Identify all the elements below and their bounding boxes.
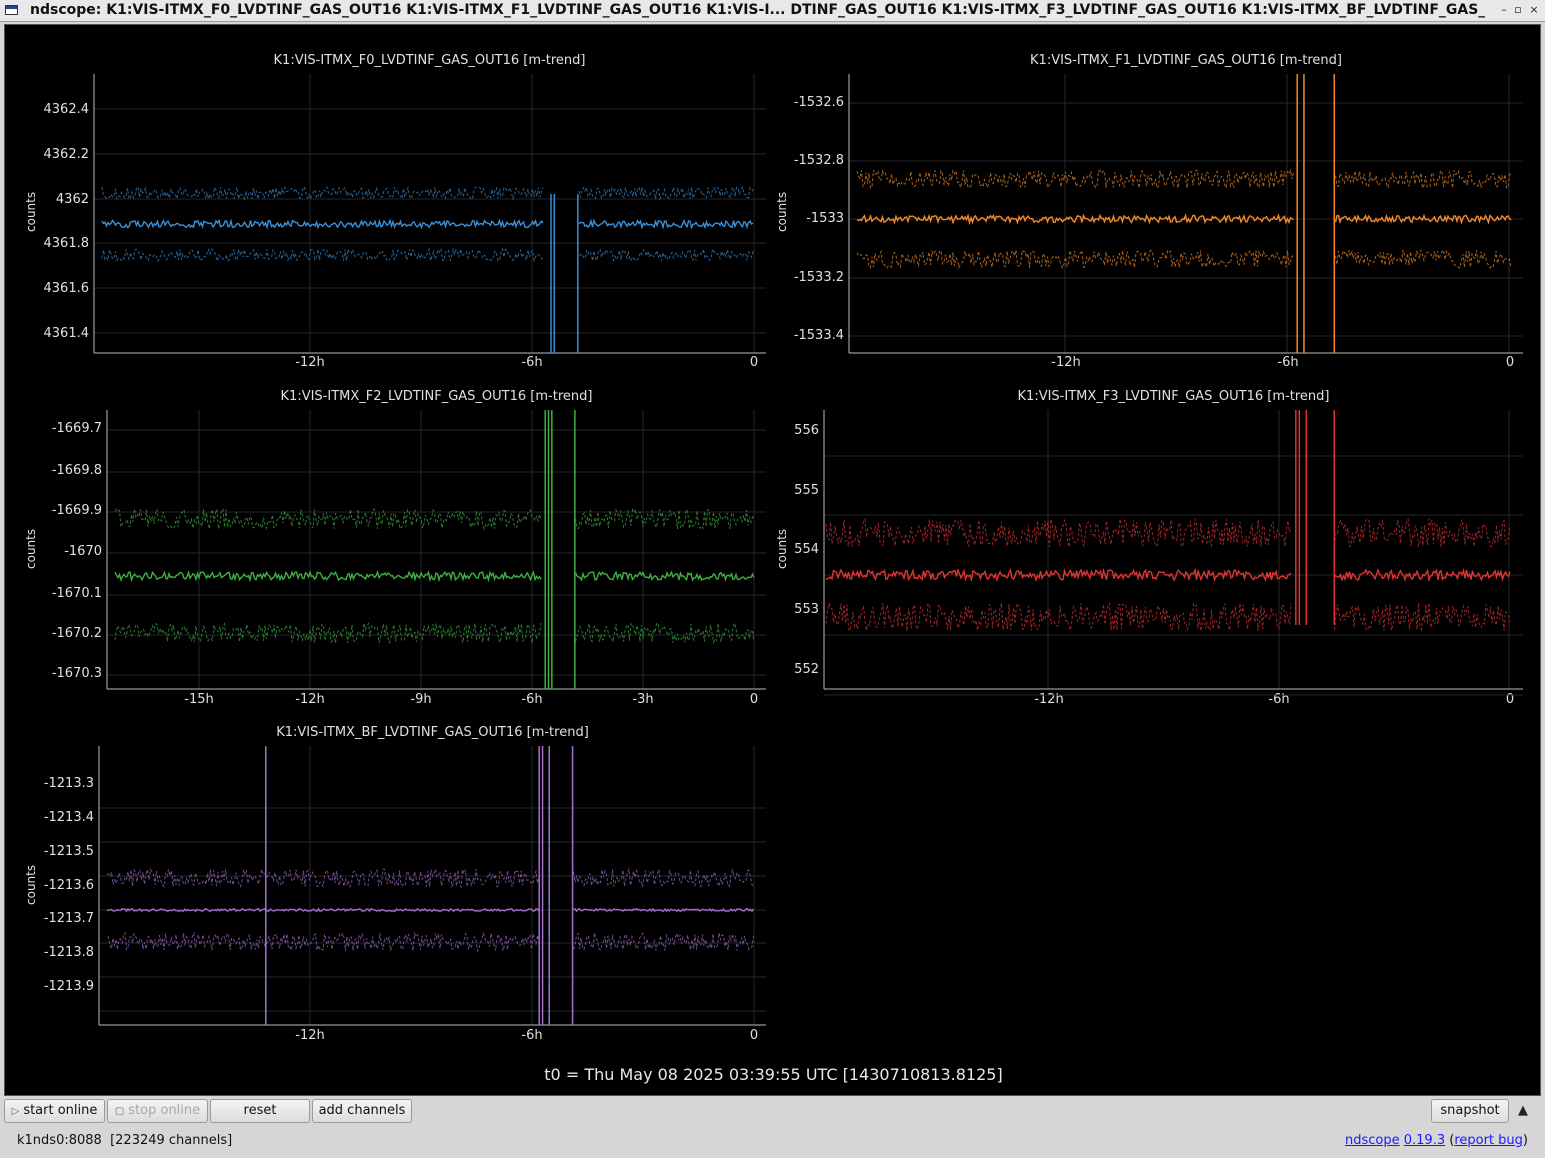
y-tick: -1533.2 [793, 270, 844, 285]
server-status: k1nds0:8088 [223249 channels] [17, 1133, 232, 1148]
x-tick: 0 [749, 692, 759, 707]
version-link[interactable]: 0.19.3 [1404, 1133, 1445, 1148]
y-tick: -1213.8 [43, 945, 94, 960]
x-tick: -6h [1277, 355, 1299, 370]
plot-canvas[interactable] [823, 410, 1523, 696]
y-tick: -1669.8 [51, 463, 102, 478]
expand-arrow-icon[interactable]: ▲ [1518, 1103, 1528, 1118]
version-info: ndscope 0.19.3 (report bug) [1345, 1133, 1528, 1148]
window-title: ndscope: K1:VIS-ITMX_F0_LVDTINF_GAS_OUT1… [30, 2, 1485, 18]
max-trace [825, 517, 1511, 548]
report-bug-link[interactable]: report bug [1454, 1133, 1523, 1148]
x-tick: -9h [410, 692, 432, 707]
y-tick: 554 [794, 542, 819, 557]
y-tick: 4361.8 [43, 236, 90, 251]
ndscope-link[interactable]: ndscope [1345, 1133, 1400, 1148]
y-tick: 4361.6 [43, 281, 90, 296]
channel-count: [223249 channels] [110, 1133, 233, 1148]
start-online-button[interactable]: ▷ start online [4, 1099, 105, 1123]
snapshot-button[interactable]: snapshot [1431, 1099, 1509, 1123]
maximize-icon[interactable]: ▫ [1511, 3, 1525, 17]
x-tick: -12h [1034, 692, 1064, 707]
max-trace [101, 185, 754, 201]
x-tick: -12h [295, 355, 325, 370]
min-trace [856, 249, 1512, 269]
x-tick: -6h [521, 692, 543, 707]
y-tick: 4362 [55, 192, 89, 207]
plot-title: K1:VIS-ITMX_F0_LVDTINF_GAS_OUT16 [m-tren… [273, 53, 586, 68]
max-trace [106, 867, 754, 889]
scope-area: K1:VIS-ITMX_F0_LVDTINF_GAS_OUT16 [m-tren… [4, 24, 1541, 1096]
y-tick: 4362.2 [43, 147, 90, 162]
mean-trace [856, 213, 1512, 226]
plot-canvas[interactable] [848, 74, 1523, 354]
min-trace [825, 601, 1511, 632]
x-tick: -6h [521, 355, 543, 370]
y-tick: 556 [794, 423, 819, 438]
plot-title: K1:VIS-ITMX_BF_LVDTINF_GAS_OUT16 [m-tren… [276, 725, 589, 740]
y-tick: -1670.1 [51, 586, 102, 601]
plot-title: K1:VIS-ITMX_F2_LVDTINF_GAS_OUT16 [m-tren… [280, 389, 593, 404]
y-tick: -1213.6 [43, 878, 94, 893]
x-tick: -6h [1268, 692, 1290, 707]
plot-title: K1:VIS-ITMX_F1_LVDTINF_GAS_OUT16 [m-tren… [1030, 53, 1342, 68]
y-tick: -1533.4 [793, 328, 844, 343]
x-tick: -15h [184, 692, 214, 707]
stop-online-button[interactable]: ▢ stop online [107, 1099, 208, 1123]
y-tick: -1213.7 [43, 911, 94, 926]
y-tick: -1669.9 [51, 503, 102, 518]
y-tick: -1670.2 [51, 626, 102, 641]
y-tick: -1213.4 [43, 810, 94, 825]
add-channels-button[interactable]: add channels [312, 1099, 412, 1123]
min-trace [101, 247, 754, 263]
y-tick: -1669.7 [51, 421, 102, 436]
stop-icon: ▢ [114, 1106, 125, 1117]
reset-button[interactable]: reset [210, 1099, 310, 1123]
x-tick: 0 [749, 1028, 759, 1043]
y-tick: 552 [794, 662, 819, 677]
y-tick: 4362.4 [43, 102, 90, 117]
x-tick: 0 [1505, 692, 1515, 707]
control-bar: ▷ start online ▢ stop online reset add cha… [0, 1097, 1545, 1127]
mean-trace [106, 907, 755, 913]
x-tick: -12h [295, 692, 325, 707]
minimize-icon[interactable]: – [1497, 3, 1511, 17]
y-tick: -1213.9 [43, 979, 94, 994]
y-tick: -1533 [806, 211, 844, 226]
y-tick: -1670 [64, 544, 102, 559]
x-tick: -12h [295, 1028, 325, 1043]
close-paren: ) [1522, 1133, 1528, 1148]
t0-label: t0 = Thu May 08 2025 03:39:55 UTC [14307… [544, 1065, 1003, 1084]
play-icon: ▷ [11, 1106, 20, 1117]
status-bar: k1nds0:8088 [223249 channels] ndscope 0.… [0, 1130, 1545, 1158]
x-tick: 0 [1505, 355, 1515, 370]
x-tick: -3h [632, 692, 654, 707]
y-tick: -1213.5 [43, 844, 94, 859]
y-tick: -1670.3 [51, 666, 102, 681]
plot-canvas[interactable] [98, 746, 766, 1026]
mean-trace [101, 218, 754, 230]
close-icon[interactable]: × [1527, 3, 1541, 17]
y-tick: -1532.8 [793, 153, 844, 168]
y-tick: -1213.3 [43, 776, 94, 791]
server-address: k1nds0:8088 [17, 1133, 102, 1148]
plot-canvas[interactable] [93, 74, 766, 354]
x-tick: -6h [521, 1028, 543, 1043]
plot-canvas[interactable] [106, 410, 766, 690]
window-titlebar: ndscope: K1:VIS-ITMX_F0_LVDTINF_GAS_OUT1… [0, 0, 1545, 22]
min-trace [114, 621, 755, 645]
stop-online-label: stop online [128, 1103, 201, 1118]
max-trace [856, 168, 1512, 190]
window-menu-icon[interactable] [5, 5, 18, 15]
y-tick: 555 [794, 483, 819, 498]
x-tick: 0 [749, 355, 759, 370]
x-tick: -12h [1051, 355, 1081, 370]
plot-title: K1:VIS-ITMX_F3_LVDTINF_GAS_OUT16 [m-tren… [1017, 389, 1330, 404]
mean-trace [114, 569, 755, 583]
y-tick: 4361.4 [43, 326, 90, 341]
start-online-label: start online [23, 1103, 98, 1118]
y-tick: -1532.6 [793, 95, 844, 110]
min-trace [106, 931, 754, 953]
y-tick: 553 [794, 602, 819, 617]
